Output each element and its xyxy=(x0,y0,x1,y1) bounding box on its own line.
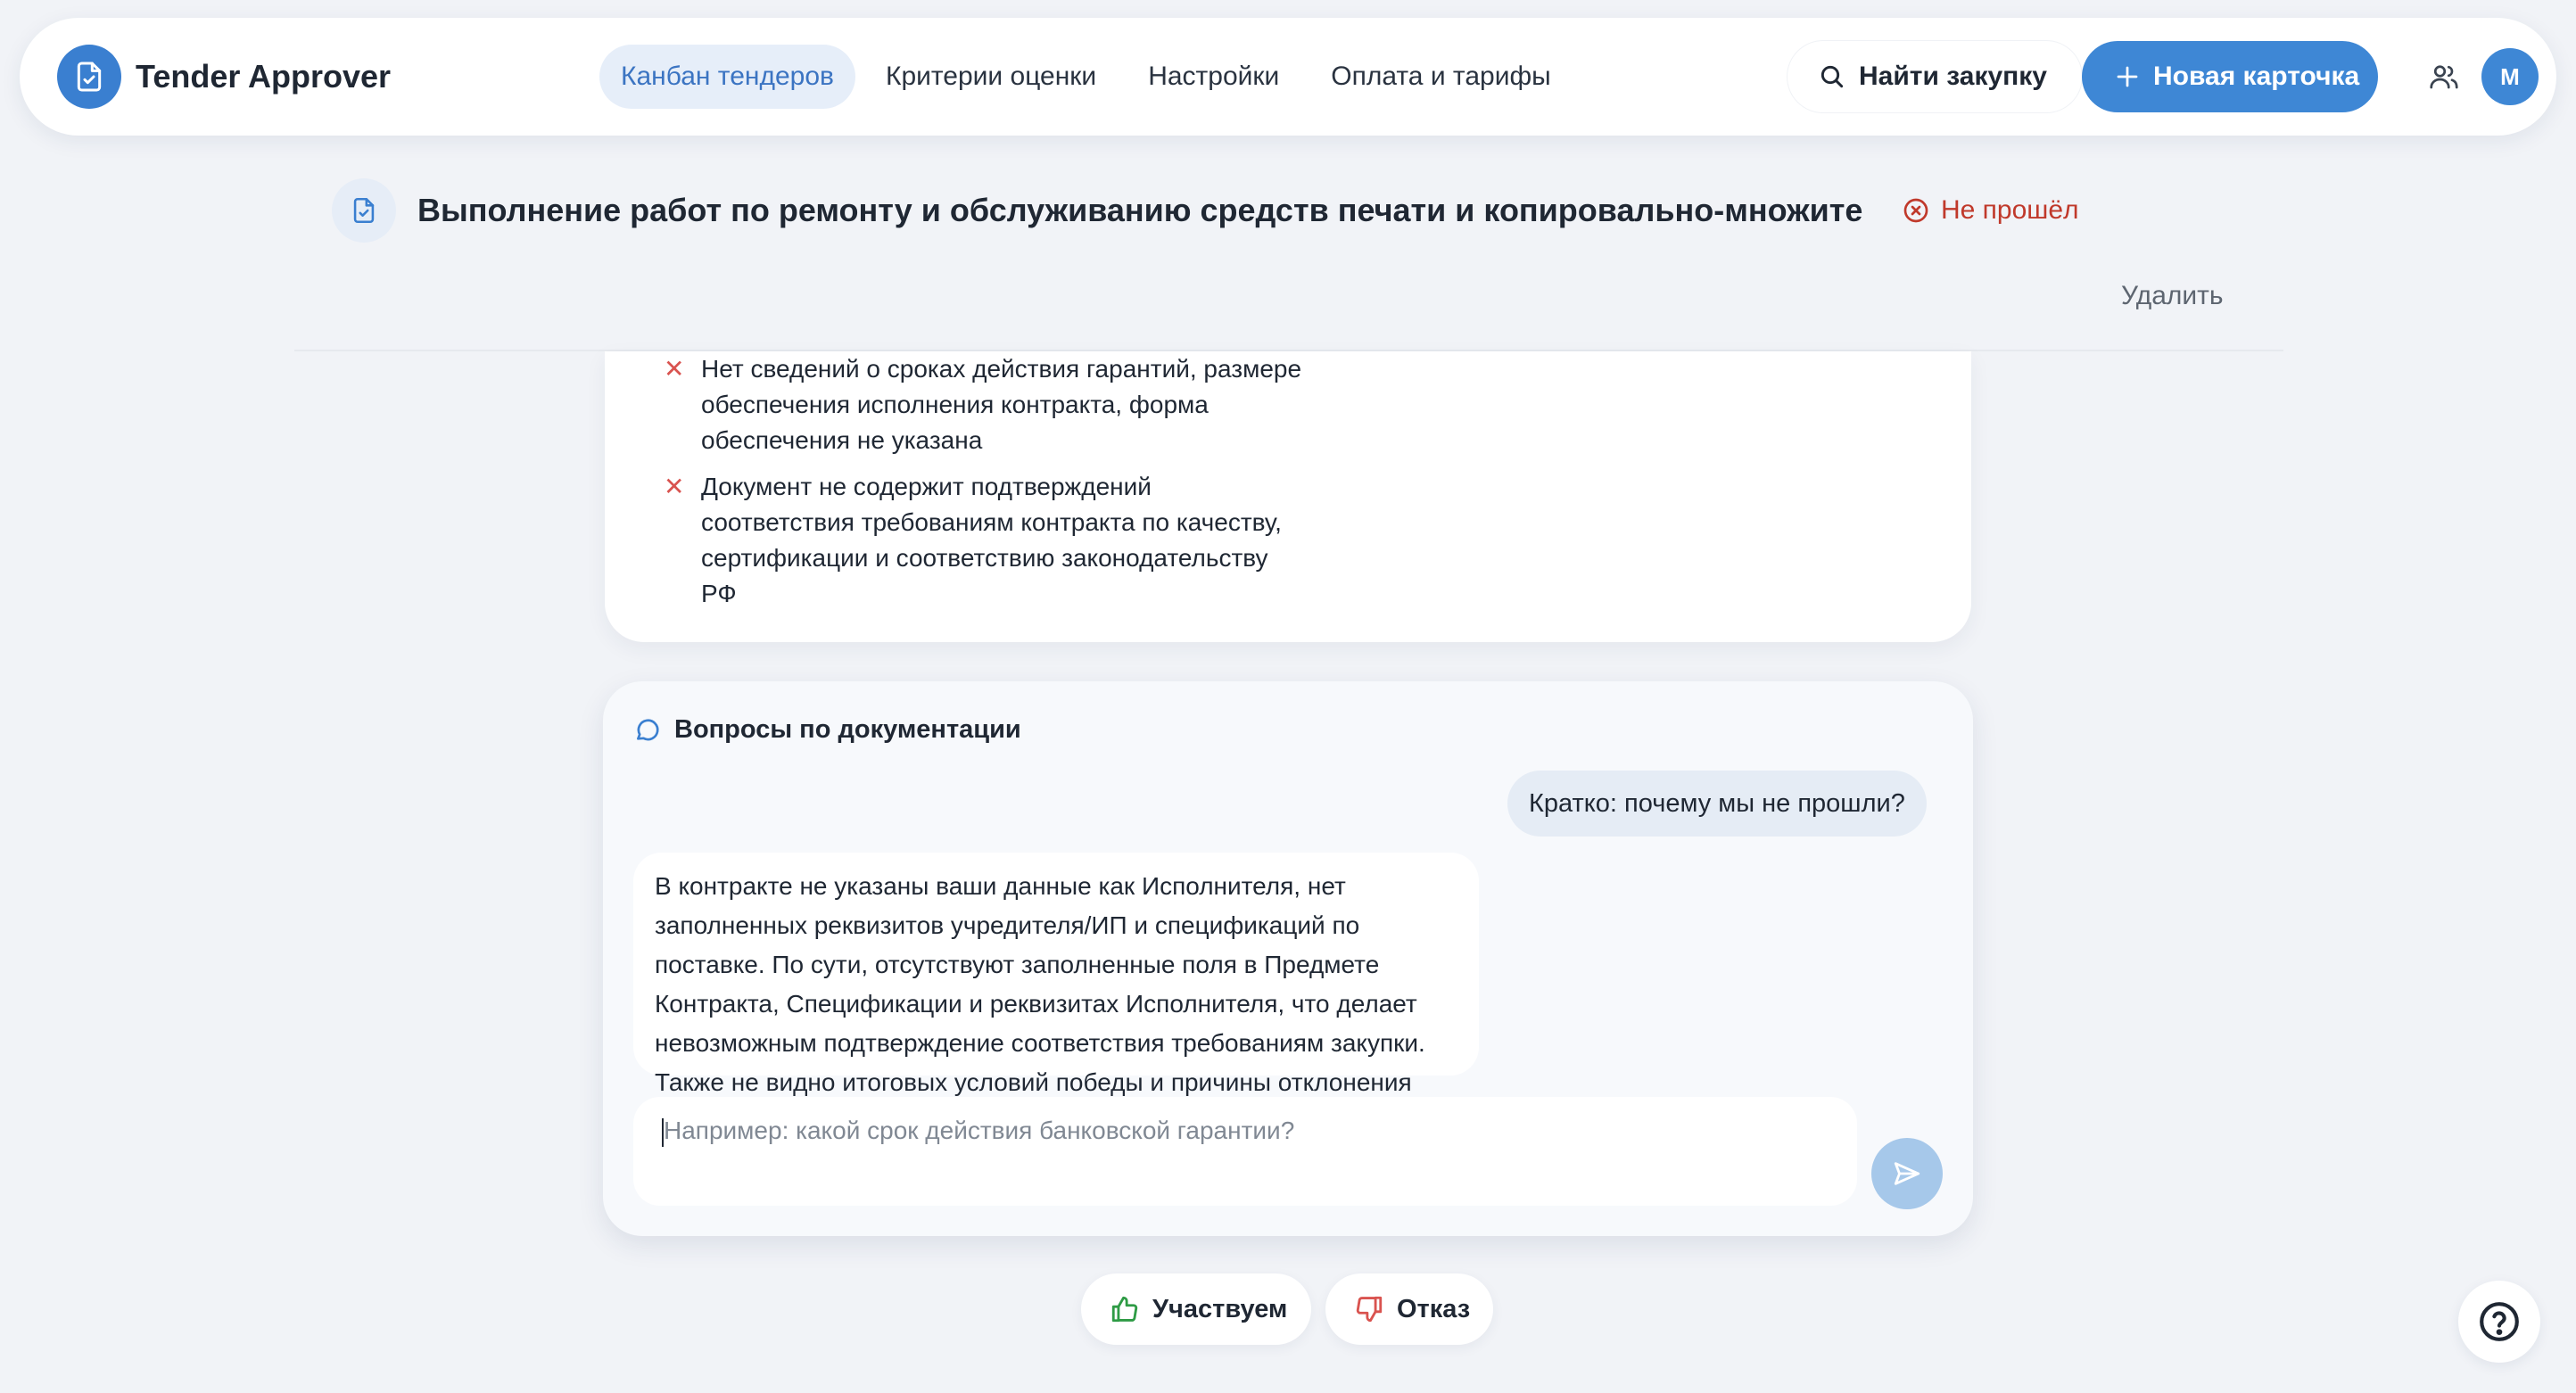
plus-icon xyxy=(2117,66,2138,87)
assistant-message: В контракте не указаны ваши данные как И… xyxy=(633,853,1479,1135)
qa-title: Вопросы по документации xyxy=(674,715,1021,744)
question-input-placeholder: Например: какой срок действия банковской… xyxy=(664,1117,1295,1144)
remark-text: Документ не содержит подтверждений соотв… xyxy=(701,473,1282,607)
main-nav: Канбан тендеров Критерии оценки Настройк… xyxy=(599,45,1573,109)
users-icon[interactable] xyxy=(2428,61,2460,93)
status-label: Не прошёл xyxy=(1941,195,2079,225)
documentation-qa-card: Вопросы по документации Кратко: почему м… xyxy=(603,681,1973,1236)
top-navbar: Tender Approver Канбан тендеров Критерии… xyxy=(20,18,2556,136)
document-check-icon xyxy=(77,62,102,92)
reject-button[interactable]: Отказ xyxy=(1325,1273,1493,1345)
send-icon xyxy=(1894,1162,1920,1185)
new-card-label: Новая карточка xyxy=(2153,62,2360,91)
search-icon xyxy=(1821,65,1844,88)
brand-name[interactable]: Tender Approver xyxy=(136,57,391,96)
nav-settings[interactable]: Настройки xyxy=(1127,45,1300,109)
status-badge: Не прошёл xyxy=(1902,191,2079,230)
remark-item: ✕ Нет сведений о сроках действия гаранти… xyxy=(664,351,1308,458)
cross-icon: ✕ xyxy=(664,355,685,383)
search-button-label: Найти закупку xyxy=(1859,62,2047,91)
chat-bubble-icon xyxy=(637,718,659,740)
thumbs-up-icon xyxy=(1111,1296,1138,1323)
page-title: Выполнение работ по ремонту и обслуживан… xyxy=(417,192,1863,228)
reject-label: Отказ xyxy=(1397,1294,1471,1323)
delete-button[interactable]: Удалить xyxy=(2121,278,2224,314)
logo[interactable] xyxy=(57,45,121,109)
help-button[interactable] xyxy=(2458,1281,2540,1363)
help-icon xyxy=(2480,1302,2519,1341)
nav-billing[interactable]: Оплата и тарифы xyxy=(1309,45,1572,109)
nav-kanban[interactable]: Канбан тендеров xyxy=(599,45,855,109)
remark-item: ✕ Документ не содержит подтверждений соо… xyxy=(664,469,1308,612)
user-avatar[interactable]: М xyxy=(2481,48,2539,105)
new-card-button[interactable]: Новая карточка xyxy=(2082,41,2378,112)
cross-icon: ✕ xyxy=(664,473,685,500)
thumbs-down-icon xyxy=(1356,1296,1383,1323)
send-button[interactable] xyxy=(1871,1138,1943,1209)
text-caret xyxy=(662,1118,664,1147)
remark-text: Нет сведений о сроках действия гарантий,… xyxy=(701,355,1302,454)
question-input[interactable]: Например: какой срок действия банковской… xyxy=(633,1097,1857,1206)
search-procurement-button[interactable]: Найти закупку xyxy=(1788,41,2082,112)
participate-label: Участвуем xyxy=(1152,1294,1288,1323)
close-circle-icon xyxy=(1903,198,1928,223)
participate-button[interactable]: Участвуем xyxy=(1081,1273,1311,1345)
nav-criteria[interactable]: Критерии оценки xyxy=(864,45,1118,109)
remarks-card: ✕ Нет сведений о сроках действия гаранти… xyxy=(605,351,1971,642)
document-check-icon xyxy=(353,197,375,224)
qa-header: Вопросы по документации xyxy=(633,715,1021,745)
tender-icon xyxy=(332,178,396,243)
user-message: Кратко: почему мы не прошли? xyxy=(1507,771,1927,837)
